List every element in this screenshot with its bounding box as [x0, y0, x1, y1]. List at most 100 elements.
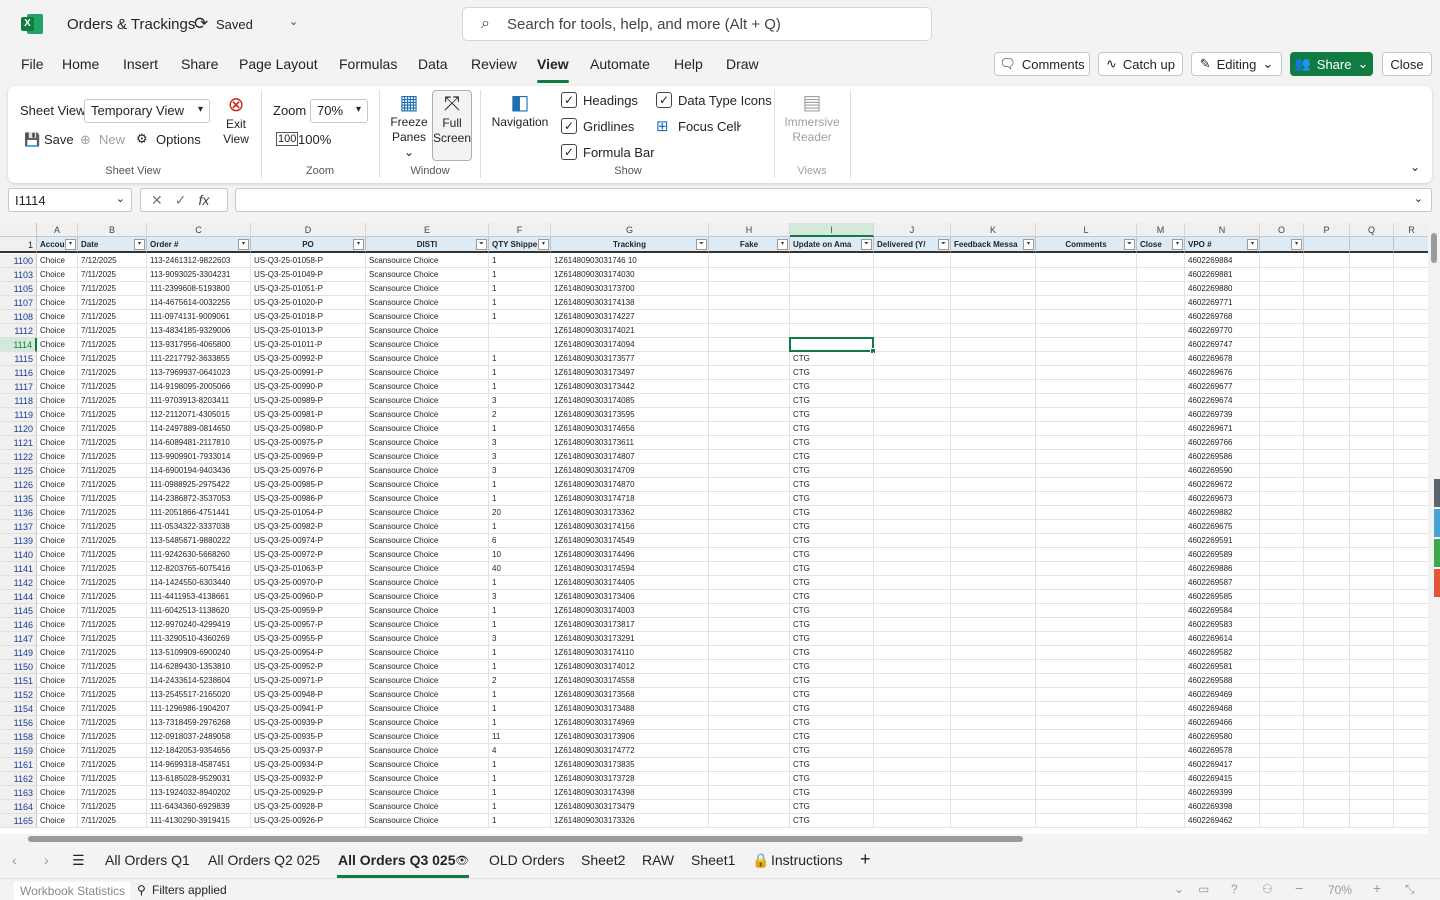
table-cell[interactable]: 4602269671: [1185, 422, 1260, 436]
table-cell[interactable]: 7/11/2025: [78, 422, 147, 436]
table-cell[interactable]: US-Q3-25-01054-P: [251, 506, 366, 520]
table-cell[interactable]: [951, 338, 1036, 352]
table-cell[interactable]: [951, 282, 1036, 296]
table-cell[interactable]: Choice: [37, 548, 78, 562]
table-cell[interactable]: 4602269614: [1185, 632, 1260, 646]
table-cell[interactable]: [1036, 380, 1137, 394]
table-cell[interactable]: [709, 618, 790, 632]
table-cell[interactable]: [1137, 464, 1185, 478]
row-number[interactable]: 1116: [0, 366, 37, 380]
table-cell[interactable]: [709, 814, 790, 828]
row-number[interactable]: 1165: [0, 814, 37, 828]
filter-dropdown-icon[interactable]: ▾: [65, 239, 76, 250]
table-cell[interactable]: [1304, 646, 1350, 660]
table-cell[interactable]: [790, 282, 874, 296]
row-number[interactable]: 1103: [0, 268, 37, 282]
table-cell[interactable]: [1304, 786, 1350, 800]
table-cell[interactable]: CTG: [790, 800, 874, 814]
table-cell[interactable]: CTG: [790, 674, 874, 688]
table-cell[interactable]: [874, 366, 951, 380]
table-cell[interactable]: 113-7318459-2976268: [147, 716, 251, 730]
table-cell[interactable]: [1350, 254, 1394, 268]
table-cell[interactable]: Scansource Choice: [366, 506, 489, 520]
table-cell[interactable]: [1137, 534, 1185, 548]
table-cell[interactable]: [1260, 590, 1304, 604]
table-cell[interactable]: 1: [489, 268, 551, 282]
table-cell[interactable]: [1137, 716, 1185, 730]
save-view-button[interactable]: Save: [44, 132, 74, 147]
table-cell[interactable]: US-Q3-25-00970-P: [251, 576, 366, 590]
table-cell[interactable]: [1350, 744, 1394, 758]
table-cell[interactable]: 1: [489, 604, 551, 618]
spreadsheet-grid[interactable]: A B C D E F G H I J K L M N O P Q R 1 Accou ▾ Date ▾ Order # ▾ PO…: [0, 223, 1428, 834]
table-cell[interactable]: 1: [489, 772, 551, 786]
table-cell[interactable]: 4602269585: [1185, 590, 1260, 604]
table-cell[interactable]: Choice: [37, 730, 78, 744]
table-cell[interactable]: [951, 254, 1036, 268]
table-cell[interactable]: 1Z6148090303174969: [551, 716, 709, 730]
table-cell[interactable]: 7/11/2025: [78, 646, 147, 660]
table-cell[interactable]: Scansource Choice: [366, 548, 489, 562]
table-cell[interactable]: [709, 646, 790, 660]
table-cell[interactable]: Choice: [37, 758, 78, 772]
table-cell[interactable]: Choice: [37, 800, 78, 814]
table-cell[interactable]: [1137, 338, 1185, 352]
table-cell[interactable]: 113-4834185-9329006: [147, 324, 251, 338]
table-cell[interactable]: [1137, 436, 1185, 450]
row-number[interactable]: 1119: [0, 408, 37, 422]
table-cell[interactable]: Scansource Choice: [366, 352, 489, 366]
table-cell[interactable]: US-Q3-25-00980-P: [251, 422, 366, 436]
table-cell[interactable]: [1304, 478, 1350, 492]
table-cell[interactable]: [1260, 268, 1304, 282]
header-cell[interactable]: DISTI ⏷: [366, 237, 489, 253]
table-cell[interactable]: US-Q3-25-00932-P: [251, 772, 366, 786]
table-cell[interactable]: 1Z6148090303174156: [551, 520, 709, 534]
table-cell[interactable]: [1260, 450, 1304, 464]
table-cell[interactable]: US-Q3-25-00982-P: [251, 520, 366, 534]
table-cell[interactable]: [874, 604, 951, 618]
header-cell[interactable]: [1394, 237, 1428, 253]
header-cell[interactable]: QTY Shippe ▾: [489, 237, 551, 253]
row-number[interactable]: 1140: [0, 548, 37, 562]
table-cell[interactable]: [1137, 814, 1185, 828]
column-header[interactable]: P: [1304, 223, 1350, 237]
table-cell[interactable]: [874, 688, 951, 702]
table-cell[interactable]: CTG: [790, 702, 874, 716]
table-cell[interactable]: [1036, 744, 1137, 758]
table-cell[interactable]: 114-1424550-6303440: [147, 576, 251, 590]
table-cell[interactable]: [1304, 422, 1350, 436]
filter-dropdown-icon[interactable]: ▾: [1247, 239, 1258, 250]
row-number[interactable]: 1125: [0, 464, 37, 478]
table-cell[interactable]: [1036, 688, 1137, 702]
table-cell[interactable]: [951, 534, 1036, 548]
table-cell[interactable]: [1394, 436, 1428, 450]
table-cell[interactable]: [1304, 338, 1350, 352]
row-number[interactable]: 1158: [0, 730, 37, 744]
table-cell[interactable]: CTG: [790, 464, 874, 478]
table-cell[interactable]: [1036, 408, 1137, 422]
table-cell[interactable]: [874, 338, 951, 352]
table-cell[interactable]: [709, 394, 790, 408]
table-cell[interactable]: [874, 562, 951, 576]
table-cell[interactable]: 4602269581: [1185, 660, 1260, 674]
table-cell[interactable]: [951, 660, 1036, 674]
table-cell[interactable]: 4602269468: [1185, 702, 1260, 716]
table-cell[interactable]: [1036, 282, 1137, 296]
column-header[interactable]: R: [1394, 223, 1428, 237]
table-cell[interactable]: 1Z6148090303174594: [551, 562, 709, 576]
table-cell[interactable]: 1: [489, 618, 551, 632]
table-cell[interactable]: 1Z6148090303173406: [551, 590, 709, 604]
table-cell[interactable]: CTG: [790, 394, 874, 408]
row-number[interactable]: 1151: [0, 674, 37, 688]
table-cell[interactable]: [1036, 338, 1137, 352]
header-cell[interactable]: Comments ⏷: [1036, 237, 1137, 253]
column-header[interactable]: Q: [1350, 223, 1394, 237]
table-cell[interactable]: 1: [489, 422, 551, 436]
table-cell[interactable]: [709, 506, 790, 520]
table-cell[interactable]: 1Z6148090303173488: [551, 702, 709, 716]
table-cell[interactable]: [709, 520, 790, 534]
tab-view[interactable]: View: [537, 56, 569, 72]
row-number[interactable]: 1107: [0, 296, 37, 310]
table-cell[interactable]: [1036, 730, 1137, 744]
horizontal-scroll-thumb[interactable]: [28, 836, 1023, 842]
